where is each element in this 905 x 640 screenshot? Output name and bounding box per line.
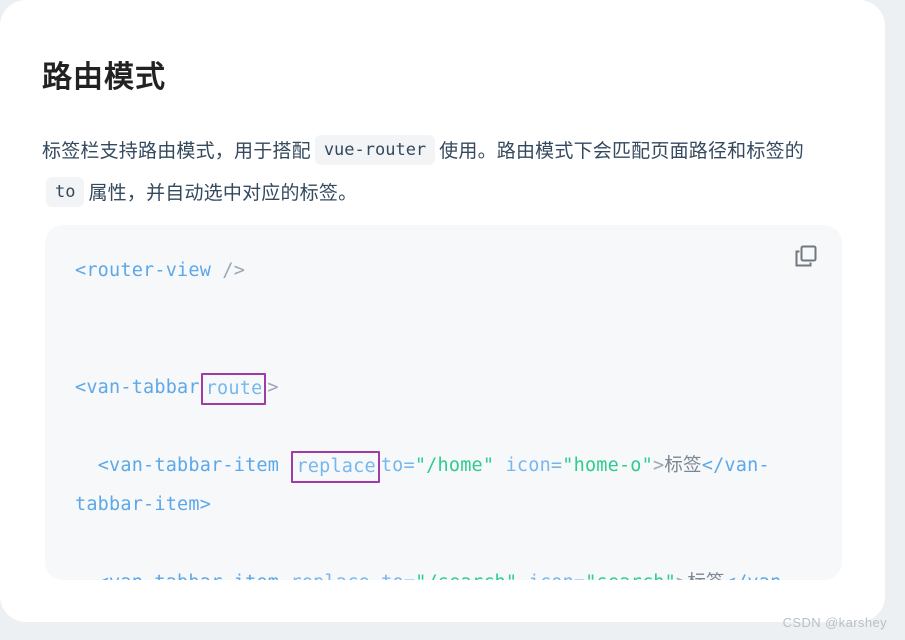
content-card: 路由模式 标签栏支持路由模式，用于搭配 vue-router 使用。路由模式下会匹配… bbox=[0, 0, 885, 622]
intro-paragraph: 标签栏支持路由模式，用于搭配 vue-router 使用。路由模式下会匹配页面路径和… bbox=[42, 131, 847, 215]
code-block: <router-view /> <van-tabbar route > <van-t… bbox=[45, 225, 842, 580]
page-title: 路由模式 bbox=[42, 61, 166, 95]
code-token-gt-2: > bbox=[652, 455, 665, 476]
code-token-to-2: to= bbox=[381, 572, 415, 580]
code-token-home-o-value: "home-o" bbox=[562, 455, 653, 476]
code-token-router-view-open: <router-view bbox=[75, 260, 212, 281]
code-content: <router-view /> <van-tabbar route > <van-t… bbox=[75, 251, 812, 580]
code-token-label-2: 标签 bbox=[687, 572, 724, 580]
code-token-home-value: "/home" bbox=[414, 455, 495, 476]
code-token-icon-2: icon= bbox=[529, 572, 586, 580]
code-token-selfclose: /> bbox=[222, 260, 246, 281]
code-token-search-icon-value: "search" bbox=[585, 572, 676, 580]
code-token-label-1: 标签 bbox=[664, 455, 702, 476]
code-token-item-open-1: <van-tabbar-item bbox=[97, 455, 280, 476]
code-token-gt-3: > bbox=[676, 572, 687, 580]
watermark: CSDN @karshey bbox=[782, 615, 887, 630]
highlight-route-attr: route bbox=[200, 373, 267, 405]
code-token-tabbar-open: <van-tabbar bbox=[75, 377, 200, 398]
code-token-to-1: to= bbox=[380, 455, 415, 476]
inline-code-vue-router: vue-router bbox=[314, 135, 436, 165]
intro-text-part3: 属性，并自动选中对应的标签。 bbox=[88, 183, 358, 204]
code-token-icon-1: icon= bbox=[505, 455, 563, 476]
code-token-search-value: "/search" bbox=[415, 572, 517, 580]
code-token-replace-2: replace bbox=[290, 572, 369, 580]
inline-code-to: to bbox=[46, 177, 85, 207]
intro-text-part1: 标签栏支持路由模式，用于搭配 bbox=[42, 141, 311, 162]
intro-text-part2: 使用。路由模式下会匹配页面路径和标签的 bbox=[439, 141, 804, 162]
code-token-item-open-2: <van-tabbar-item bbox=[98, 572, 279, 580]
highlight-replace-attr: replace bbox=[291, 451, 380, 483]
code-token-gt-1: > bbox=[267, 377, 279, 398]
